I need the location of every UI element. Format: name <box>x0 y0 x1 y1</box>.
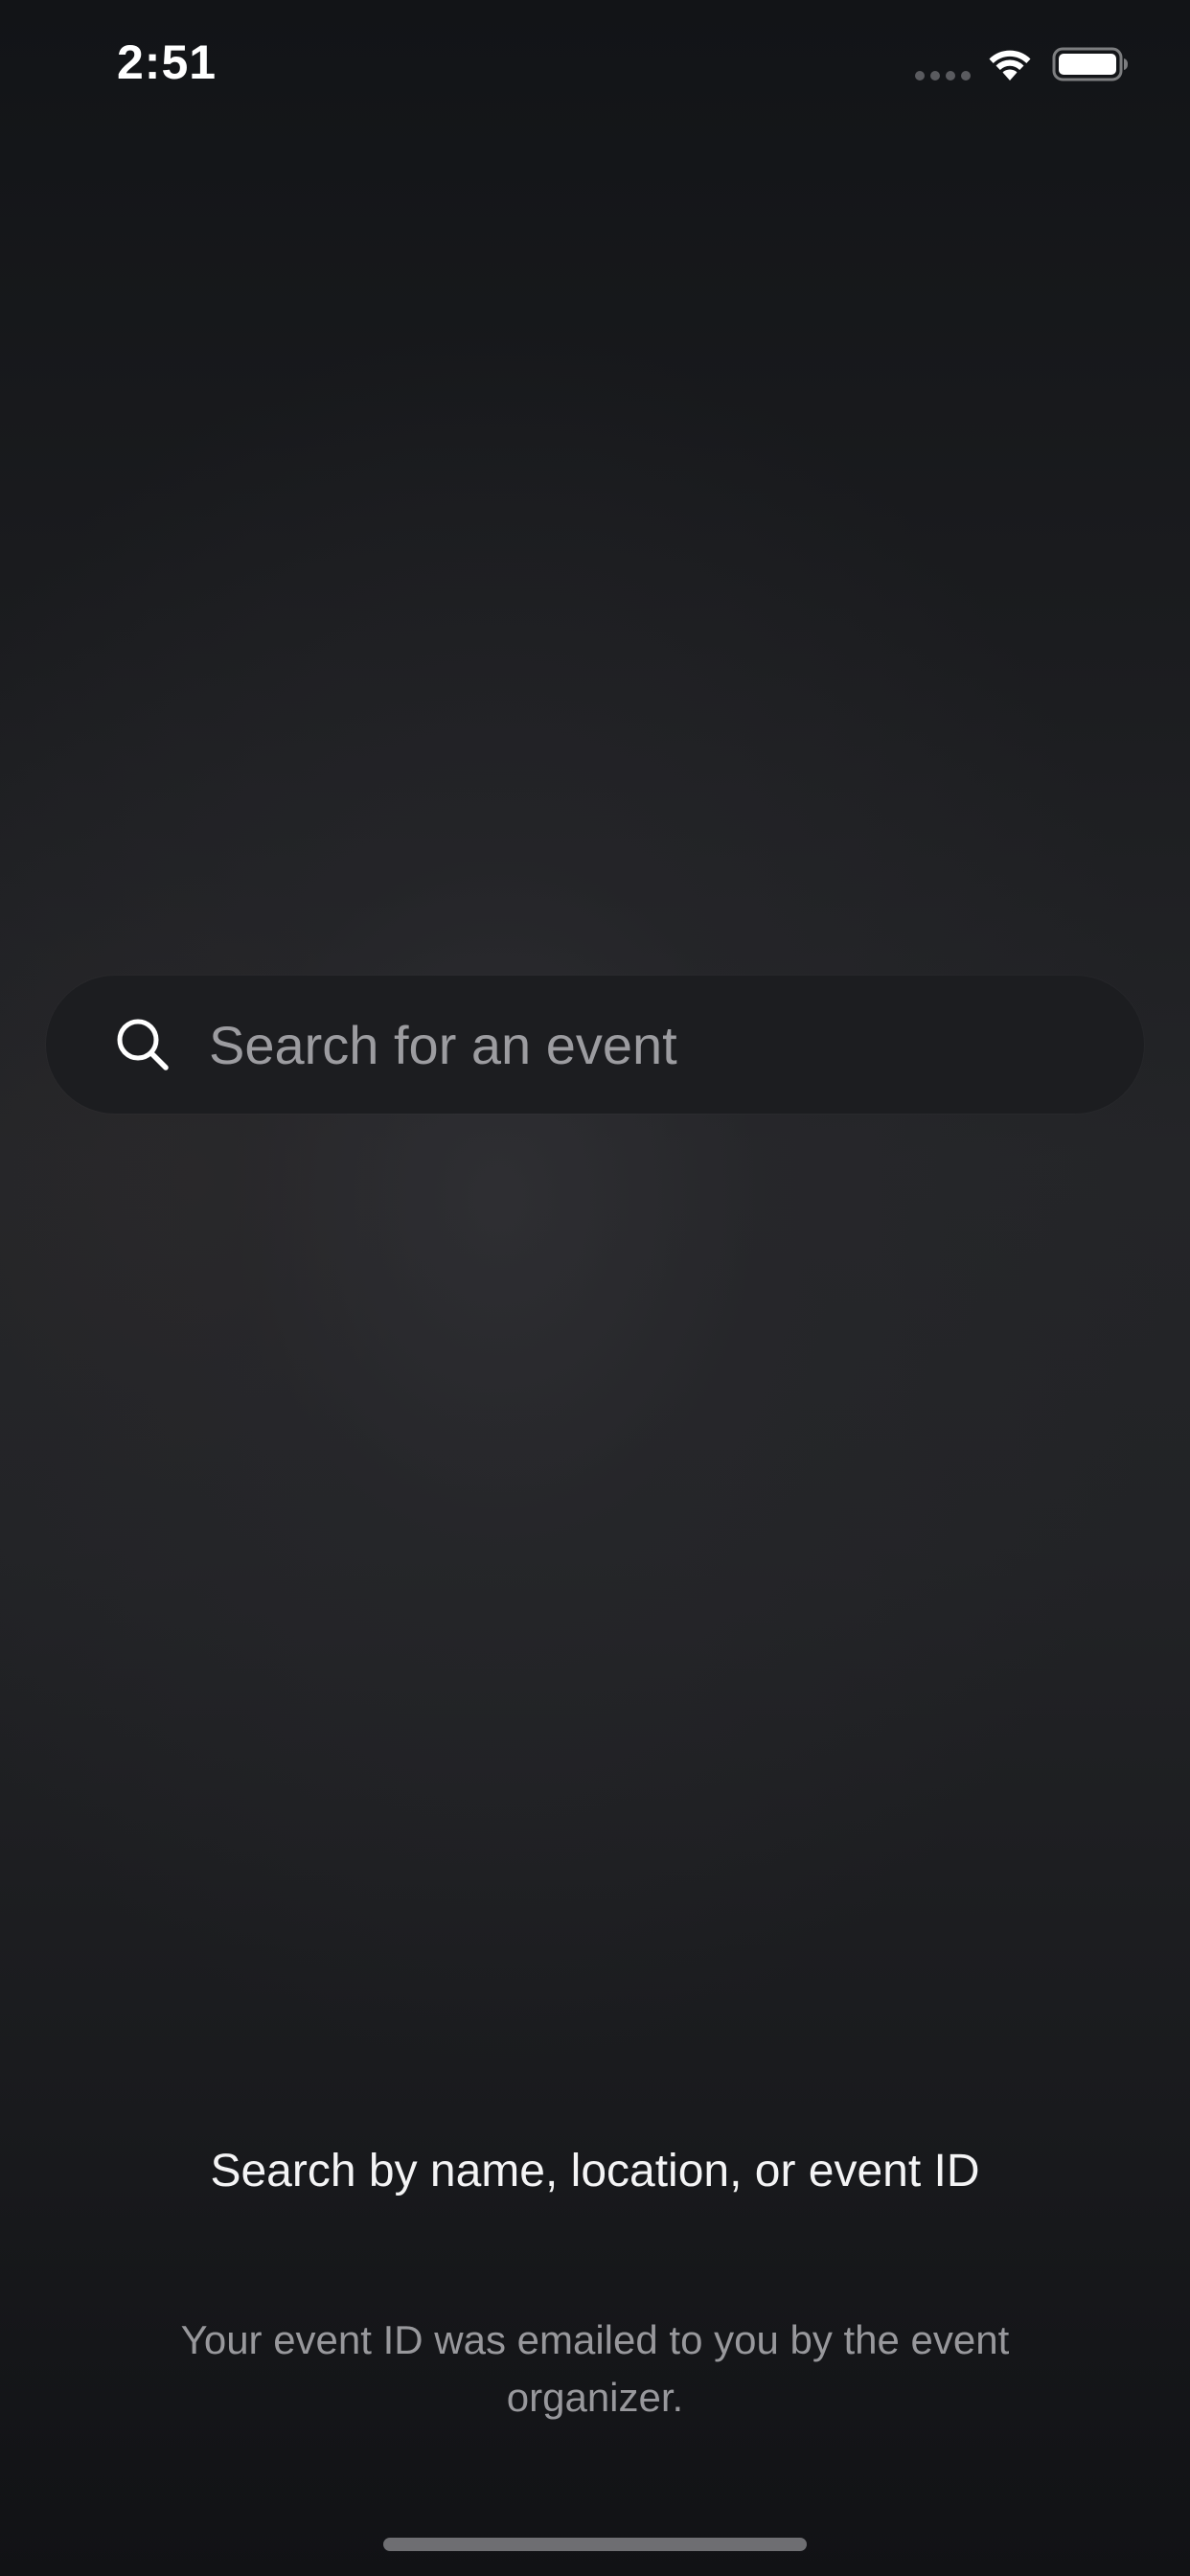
search-icon <box>117 1019 169 1070</box>
status-time: 2:51 <box>117 35 217 89</box>
search-bar[interactable] <box>46 976 1144 1114</box>
battery-icon <box>1052 47 1128 81</box>
status-bar: 2:51 <box>0 0 1190 134</box>
search-input[interactable] <box>209 1013 1071 1076</box>
wifi-icon <box>989 50 1031 80</box>
home-indicator[interactable] <box>383 2538 807 2551</box>
cellular-signal-icon <box>915 71 971 80</box>
help-title: Search by name, location, or event ID <box>210 2146 980 2196</box>
event-search-screen: 2:51 Search by name, location, or event … <box>0 0 1190 2576</box>
help-subtitle: Your event ID was emailed to you by the … <box>180 2317 1010 2420</box>
